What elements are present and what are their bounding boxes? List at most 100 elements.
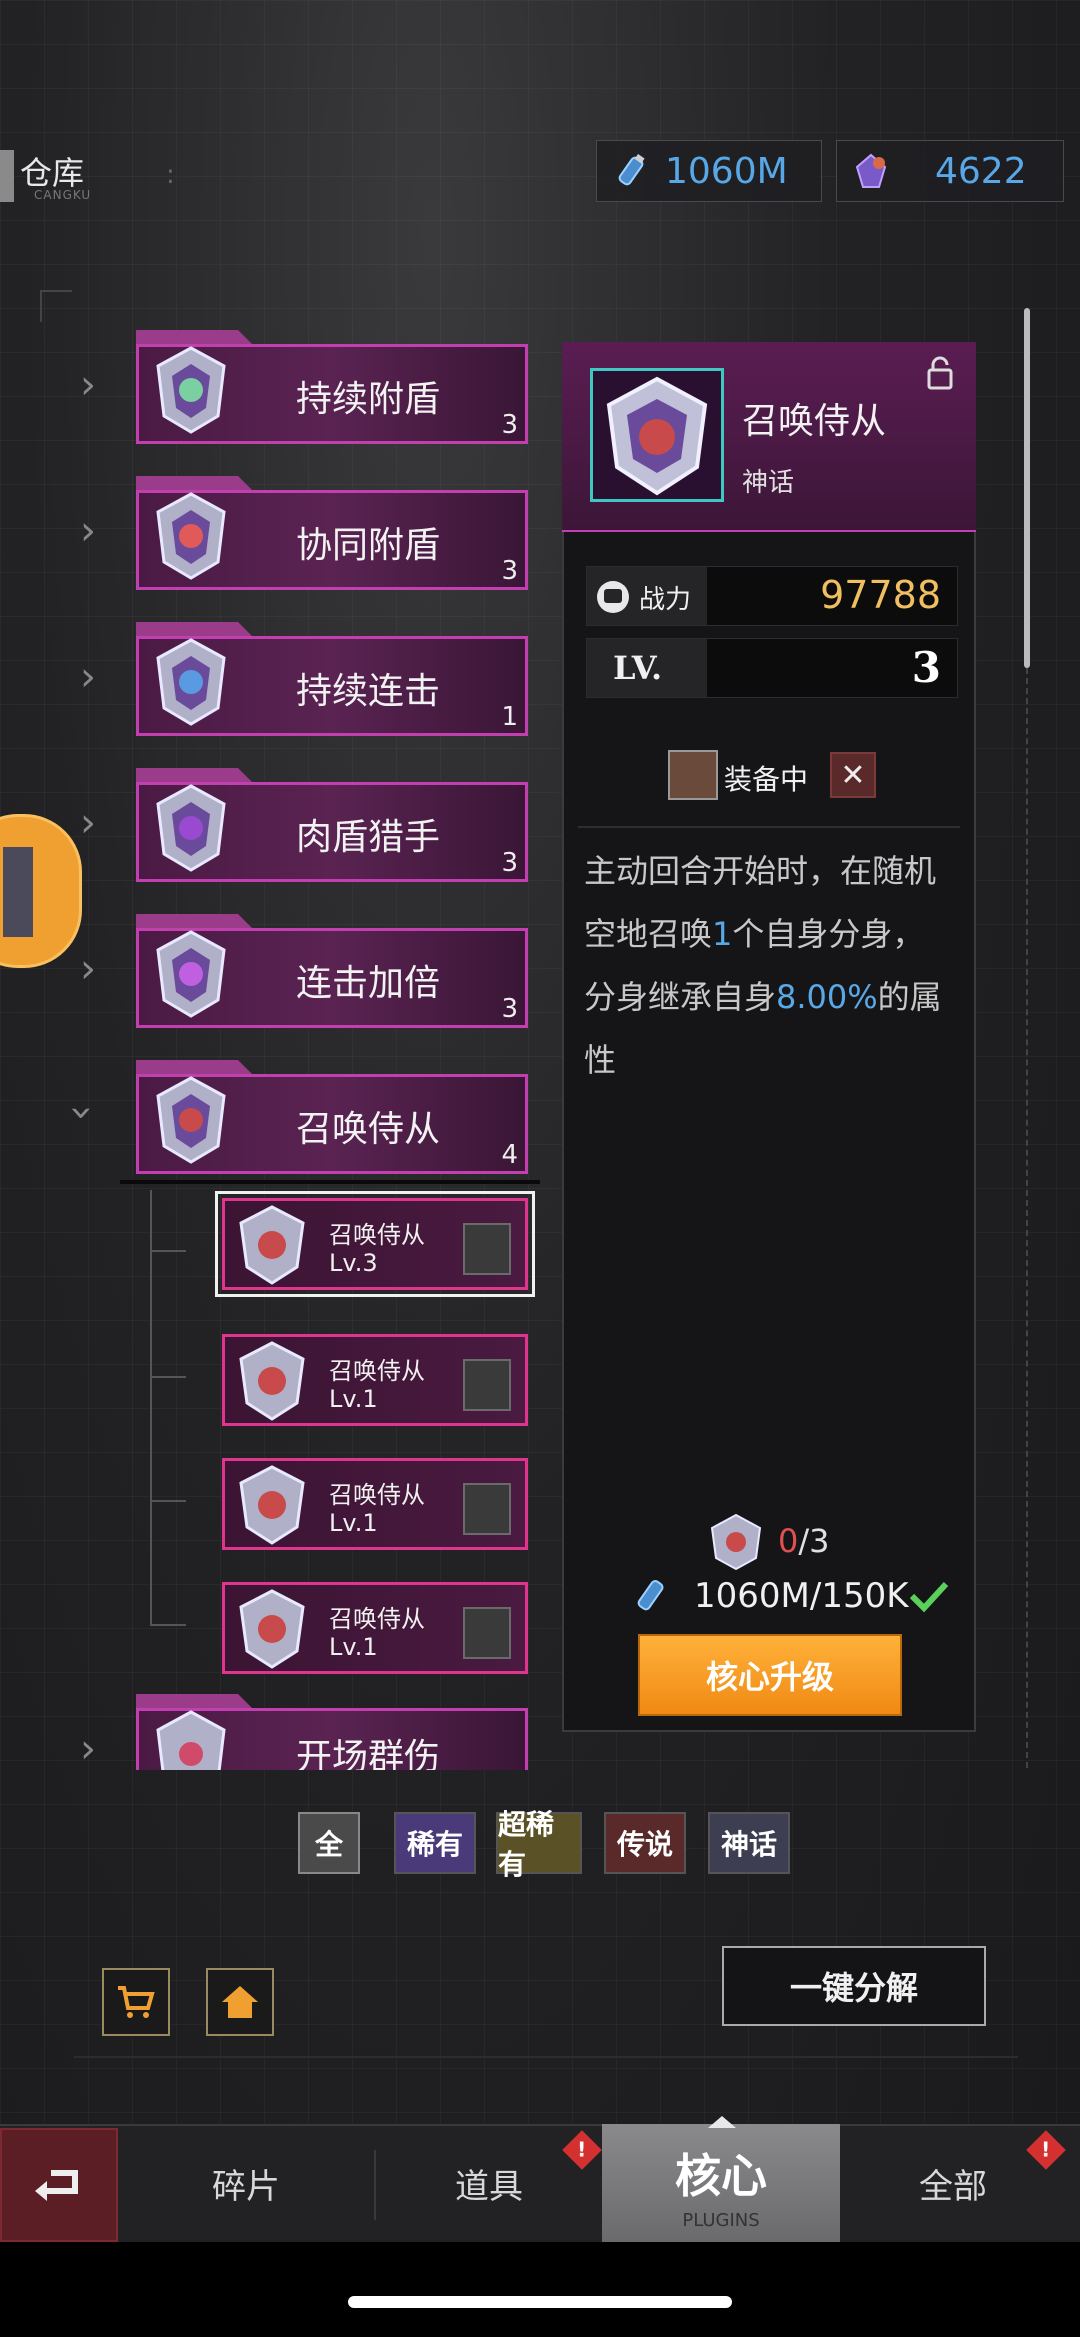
shop-button[interactable] <box>102 1968 170 2036</box>
chevron-right-icon[interactable]: › <box>80 1726 96 1772</box>
sub-item[interactable]: 召唤侍从 Lv.1 <box>222 1334 528 1426</box>
core-material-icon <box>710 1513 762 1571</box>
power-value: 97788 <box>820 573 941 617</box>
shield-emblem-icon <box>156 930 226 1018</box>
chevron-right-icon[interactable]: › <box>80 946 96 992</box>
gem-resource[interactable]: 4622 <box>836 140 1064 202</box>
shield-emblem-icon <box>156 784 226 872</box>
plugin-row[interactable]: 开场群伤 <box>136 1694 528 1770</box>
home-button[interactable] <box>206 1968 274 2036</box>
plugin-row[interactable]: 协同附盾 3 <box>136 476 528 590</box>
shield-emblem-icon <box>156 492 226 580</box>
home-icon <box>222 1986 258 2018</box>
core-upgrade-button[interactable]: 核心升级 <box>638 1634 902 1716</box>
page-title-sub: CANGKU <box>34 188 92 202</box>
sub-item-name: 召唤侍从 <box>329 1481 425 1509</box>
desc-value: 8.00% <box>776 978 878 1016</box>
chevron-right-icon[interactable]: › <box>80 654 96 700</box>
filter-myth[interactable]: 神话 <box>708 1812 790 1874</box>
sub-item-name: 召唤侍从 <box>329 1357 425 1385</box>
hero-portrait <box>463 1359 511 1411</box>
plugin-count: 1 <box>501 702 518 732</box>
crystal-icon <box>855 153 887 188</box>
shield-emblem-icon <box>156 1076 226 1164</box>
shield-emblem-icon <box>239 1341 305 1421</box>
list-scrollbar[interactable] <box>1024 308 1030 668</box>
divider <box>74 2056 1018 2058</box>
sub-item-name: 召唤侍从 <box>329 1605 425 1633</box>
plugin-label: 肉盾猎手 <box>296 817 441 858</box>
power-label: 战力 <box>639 585 692 615</box>
tab-fragments[interactable]: 碎片 <box>118 2124 374 2242</box>
plugin-label: 持续连击 <box>296 671 441 712</box>
level-value: 3 <box>911 643 941 692</box>
sub-item[interactable]: 召唤侍从 Lv.1 <box>222 1582 528 1674</box>
title-accent <box>0 150 14 202</box>
active-indicator <box>708 2116 736 2128</box>
filter-super-rare[interactable]: 超稀有 <box>496 1808 582 1881</box>
shield-emblem-icon <box>156 1710 226 1770</box>
sub-item-selected[interactable]: 召唤侍从 Lv.3 <box>215 1191 535 1297</box>
plugin-label: 持续附盾 <box>296 379 441 420</box>
sub-item[interactable]: 召唤侍从 Lv.1 <box>222 1458 528 1550</box>
sub-item-level: Lv.3 <box>329 1249 378 1277</box>
home-indicator[interactable] <box>348 2296 732 2308</box>
back-arrow-icon <box>35 2170 78 2201</box>
desc-value: 1 <box>712 915 733 953</box>
skill-description: 主动回合开始时，在随机空地召唤1个自身分身，分身继承自身8.00%的属性 <box>584 840 948 1092</box>
avatar-figure <box>3 847 33 937</box>
bottle-icon <box>618 153 645 186</box>
plugin-row[interactable]: 肉盾猎手 3 <box>136 768 528 882</box>
tab-core-label: 核心 <box>675 2149 767 2203</box>
shield-emblem-icon <box>239 1589 305 1669</box>
power-stat: 战力 97788 <box>586 566 958 626</box>
close-icon: ✕ <box>840 757 866 793</box>
filter-all[interactable]: 全 <box>298 1812 360 1874</box>
plugin-row[interactable]: 持续附盾 3 <box>136 330 528 444</box>
sub-item-level: Lv.1 <box>329 1385 378 1413</box>
plugin-label: 连击加倍 <box>296 963 441 1004</box>
avatar[interactable] <box>0 814 82 968</box>
sub-item-name: 召唤侍从 <box>329 1221 425 1249</box>
shield-emblem-icon <box>606 376 708 496</box>
sub-item-level: Lv.1 <box>329 1633 378 1661</box>
check-icon <box>909 1581 949 1613</box>
tab-core-sub: PLUGINS <box>682 2210 760 2231</box>
shield-emblem-icon <box>239 1205 305 1285</box>
tree-branch <box>150 1624 186 1626</box>
shield-emblem-icon <box>239 1465 305 1545</box>
tab-all[interactable]: 全部 <box>840 2124 1066 2242</box>
cart-icon <box>118 1986 155 2018</box>
energy-resource[interactable]: 1060M <box>596 140 822 202</box>
bottle-icon <box>637 1580 664 1611</box>
plugin-count: 3 <box>501 556 518 586</box>
material-have: 0 <box>778 1522 799 1560</box>
divider <box>578 826 960 828</box>
unequip-button[interactable]: ✕ <box>830 752 876 798</box>
plugin-label: 协同附盾 <box>296 525 441 566</box>
chevron-right-icon[interactable]: › <box>80 800 96 846</box>
tab-items[interactable]: 道具 <box>376 2124 602 2242</box>
back-button[interactable] <box>0 2128 118 2242</box>
badge-text: ! <box>577 2138 587 2162</box>
gem-value: 4622 <box>935 150 1027 192</box>
tab-core[interactable]: 核心 PLUGINS <box>602 2116 840 2242</box>
filter-rare[interactable]: 稀有 <box>394 1812 476 1874</box>
frame-corner <box>40 290 72 322</box>
material-count: 0/3 <box>778 1522 830 1560</box>
plugin-label: 召唤侍从 <box>296 1109 441 1150</box>
chevron-right-icon[interactable]: › <box>80 362 96 408</box>
tree-line <box>150 1190 152 1626</box>
chevron-down-icon[interactable]: › <box>59 1105 105 1121</box>
filter-legend[interactable]: 传说 <box>604 1812 686 1874</box>
divider <box>120 1180 540 1184</box>
plugin-row[interactable]: 持续连击 1 <box>136 622 528 736</box>
hero-portrait <box>463 1223 511 1275</box>
plugin-row[interactable]: 连击加倍 3 <box>136 914 528 1028</box>
detail-rarity: 神话 <box>742 468 795 498</box>
chevron-right-icon[interactable]: › <box>80 508 96 554</box>
plugin-row-expanded[interactable]: 召唤侍从 4 <box>136 1060 528 1174</box>
dismantle-all-button[interactable]: 一键分解 <box>722 1946 986 2026</box>
unlock-icon[interactable] <box>926 356 954 390</box>
hero-portrait <box>668 750 718 800</box>
